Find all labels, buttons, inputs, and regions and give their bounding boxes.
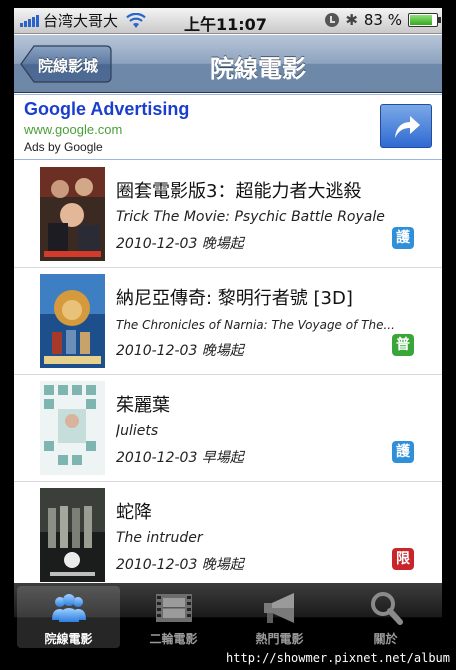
tab-bar: 院線電影 二輪電影 熱門電影 關於 [14, 583, 442, 651]
people-icon [52, 594, 86, 622]
tab-label: 二輪電影 [149, 632, 198, 646]
carrier-name: 台湾大哥大 [43, 12, 119, 30]
ad-open-button[interactable] [380, 104, 432, 148]
movie-row[interactable]: 圈套電影版3：超能力者大逃殺 Trick The Movie: Psychic … [14, 161, 442, 268]
navigation-bar: 院線影城 院線電影 [14, 35, 442, 93]
movie-poster [40, 488, 105, 582]
film-strip-icon [156, 594, 192, 622]
rating-badge: 護 [392, 227, 414, 249]
status-bar: 台湾大哥大 上午11:07 ✱ 83 % [14, 8, 442, 34]
movie-list: 圈套電影版3：超能力者大逃殺 Trick The Movie: Psychic … [14, 161, 442, 582]
movie-poster [40, 381, 105, 475]
ad-banner[interactable]: Google Advertising www.google.com Ads by… [14, 94, 442, 160]
movie-release-date: 2010-12-03 晚場起 [116, 236, 244, 252]
bluetooth-icon: ✱ [345, 11, 358, 29]
watermark-url: http://showmer.pixnet.net/album [226, 651, 450, 665]
page-title: 院線電影 [210, 55, 306, 83]
ad-url: www.google.com [24, 122, 123, 137]
signal-icon [20, 14, 39, 27]
movie-english-title: The Chronicles of Narnia: The Voyage of … [116, 318, 395, 332]
magnifier-icon [371, 592, 403, 625]
movie-english-title: The intruder [116, 530, 203, 546]
status-time: 上午11:07 [184, 15, 267, 34]
tab-second-run[interactable]: 二輪電影 [122, 586, 225, 648]
wifi-icon [126, 12, 146, 28]
rating-badge: 限 [392, 548, 414, 570]
movie-release-date: 2010-12-03 晚場起 [116, 343, 244, 359]
movie-title: 茱麗葉 [116, 395, 170, 416]
movie-poster [40, 274, 105, 368]
rating-badge: 護 [392, 441, 414, 463]
movie-english-title: Trick The Movie: Psychic Battle Royale [116, 209, 385, 225]
tab-label: 院線電影 [44, 632, 93, 646]
movie-title: 蛇降 [116, 502, 152, 523]
movie-row[interactable]: 茱麗葉 Juliets 2010-12-03 早場起 護 [14, 375, 442, 482]
battery-percent: 83 % [363, 11, 402, 29]
rotation-lock-icon [325, 13, 340, 27]
movie-row[interactable]: 蛇降 The intruder 2010-12-03 晚場起 限 [14, 482, 442, 582]
tab-label: 熱門電影 [255, 632, 304, 646]
movie-release-date: 2010-12-03 晚場起 [116, 557, 244, 573]
rating-badge: 普 [392, 334, 414, 356]
ad-byline: Ads by Google [24, 140, 103, 154]
movie-title: 圈套電影版3：超能力者大逃殺 [116, 181, 362, 202]
movie-english-title: Juliets [116, 423, 159, 439]
movie-poster [40, 167, 105, 261]
tab-now-showing[interactable]: 院線電影 [17, 586, 120, 648]
movie-row[interactable]: 納尼亞傳奇: 黎明行者號 [3D] The Chronicles of Narn… [14, 268, 442, 375]
megaphone-icon [264, 593, 294, 623]
phone-screen: 台湾大哥大 上午11:07 ✱ 83 % 院線影城 院線電影 Google Ad… [14, 8, 442, 651]
movie-release-date: 2010-12-03 早場起 [116, 450, 244, 466]
tab-label: 關於 [373, 632, 398, 646]
share-arrow-icon [395, 116, 420, 138]
ad-title[interactable]: Google Advertising [24, 99, 189, 120]
tab-about[interactable]: 關於 [334, 586, 437, 648]
movie-title: 納尼亞傳奇: 黎明行者號 [3D] [116, 288, 353, 309]
battery-fill [410, 15, 432, 25]
battery-icon [408, 13, 441, 27]
tab-popular[interactable]: 熱門電影 [228, 586, 331, 648]
